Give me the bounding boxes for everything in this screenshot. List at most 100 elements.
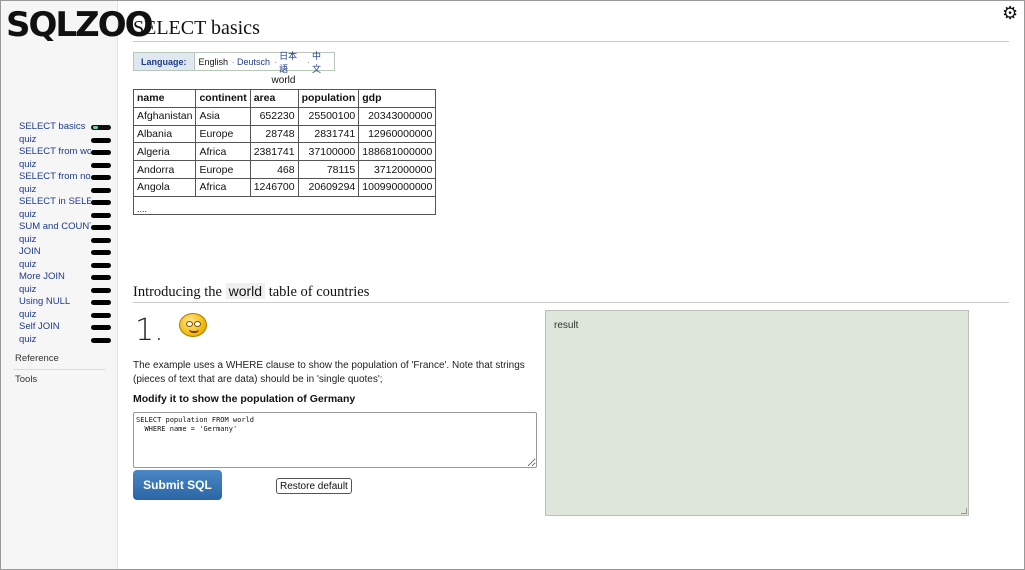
language-label: Language: xyxy=(134,53,195,70)
sidebar-item-label: SELECT basics xyxy=(19,121,86,132)
sidebar-item-label: quiz xyxy=(19,208,37,220)
table-row: Albania Europe 28748 2831741 12960000000 xyxy=(132,124,437,144)
table-row: Angola Africa 1246700 20609294 100990000… xyxy=(132,177,437,197)
eye-icon xyxy=(186,321,193,327)
sidebar-item-select-from-nobel[interactable]: SELECT from nobel xyxy=(1,171,117,184)
progress-bar xyxy=(91,275,111,280)
resize-handle-icon[interactable] xyxy=(961,508,967,514)
sidebar-item-label: quiz xyxy=(19,233,37,245)
sidebar-item-label: Self JOIN xyxy=(19,321,60,332)
progress-bar xyxy=(91,262,111,268)
progress-bar xyxy=(91,287,111,293)
table-cell: 20609294 xyxy=(297,177,360,197)
page-title: SELECT basics xyxy=(133,17,260,39)
table-cell: Africa xyxy=(195,142,251,162)
table-cell: 2381741 xyxy=(249,142,299,162)
sidebar-item-label: quiz xyxy=(19,308,37,320)
progress-bar xyxy=(91,187,111,193)
table-ellipsis: .... xyxy=(132,195,437,215)
sidebar-item-label: SELECT from nobel xyxy=(19,171,91,182)
result-panel: result xyxy=(545,310,969,516)
question-description: The example uses a WHERE clause to show … xyxy=(133,360,525,385)
sidebar-item-using-null[interactable]: Using NULL xyxy=(1,296,117,309)
progress-bar xyxy=(91,175,111,180)
progress-bar xyxy=(91,325,111,330)
sidebar-item-join[interactable]: JOIN xyxy=(1,246,117,259)
table-cell: 100990000000 xyxy=(358,177,437,197)
sidebar-item-label: SELECT from world xyxy=(19,146,91,157)
table-cell: Andorra xyxy=(132,160,197,179)
language-option-deutsch[interactable]: Deutsch xyxy=(237,57,270,67)
table-cell: 3712000000 xyxy=(358,160,437,179)
gear-icon[interactable]: ⚙ xyxy=(1002,4,1020,22)
table-row: Afghanistan Asia 652230 25500100 2034300… xyxy=(132,106,437,126)
table-cell: 652230 xyxy=(249,106,299,126)
column-header-population: population xyxy=(297,89,360,108)
mouth-icon xyxy=(189,329,199,333)
eye-icon xyxy=(194,321,201,327)
sidebar-link-reference[interactable]: Reference xyxy=(15,353,59,364)
table-cell: Africa xyxy=(195,177,251,197)
table-cell: 468 xyxy=(249,160,299,179)
sidebar-item-select-basics[interactable]: SELECT basics xyxy=(1,121,117,134)
sidebar-link-tools[interactable]: Tools xyxy=(15,374,37,385)
restore-default-button[interactable]: Restore default xyxy=(276,478,352,494)
progress-bar xyxy=(91,237,111,243)
progress-bar xyxy=(91,312,111,318)
sidebar-item-quiz[interactable]: quiz xyxy=(1,309,117,322)
table-cell: 25500100 xyxy=(297,106,360,126)
sidebar-item-more-join[interactable]: More JOIN xyxy=(1,271,117,284)
sidebar-item-quiz[interactable]: quiz xyxy=(1,259,117,272)
sidebar-nav: SELECT basics quiz SELECT from world qui… xyxy=(1,121,117,346)
table-row: Andorra Europe 468 78115 3712000000 xyxy=(132,160,437,179)
table-cell: Algeria xyxy=(132,142,197,162)
sidebar-item-quiz[interactable]: quiz xyxy=(1,134,117,147)
sidebar-item-select-from-world[interactable]: SELECT from world xyxy=(1,146,117,159)
language-option-english[interactable]: English xyxy=(199,57,229,67)
table-cell: 20343000000 xyxy=(358,106,437,126)
language-separator: · xyxy=(232,56,236,67)
sidebar-item-select-in-select[interactable]: SELECT in SELECT xyxy=(1,196,117,209)
sidebar-item-quiz[interactable]: quiz xyxy=(1,334,117,347)
sidebar-item-quiz[interactable]: quiz xyxy=(1,184,117,197)
sidebar-item-label: quiz xyxy=(19,183,37,195)
progress-bar xyxy=(91,162,111,168)
sidebar-item-quiz[interactable]: quiz xyxy=(1,209,117,222)
sidebar-item-sum-and-count[interactable]: SUM and COUNT xyxy=(1,221,117,234)
table-cell: 188681000000 xyxy=(358,142,437,162)
language-option-chinese[interactable]: 中文 xyxy=(312,49,328,75)
progress-bar xyxy=(91,225,111,230)
sqlzoo-logo[interactable]: SQLZOO xyxy=(5,1,154,51)
progress-bar xyxy=(91,150,111,155)
table-header-row: name continent area population gdp xyxy=(132,89,437,108)
table-cell: 12960000000 xyxy=(358,124,437,144)
language-option-japanese[interactable]: 日本語 xyxy=(279,49,303,75)
submit-sql-button[interactable]: Submit SQL xyxy=(133,470,222,500)
result-label: result xyxy=(554,320,579,331)
sidebar-item-label: quiz xyxy=(19,258,37,270)
progress-bar xyxy=(91,137,111,143)
language-options: English · Deutsch · 日本語 · 中文 xyxy=(194,51,334,74)
language-selector: Language: English · Deutsch · 日本語 · 中文 xyxy=(133,51,335,74)
progress-bar xyxy=(91,200,111,205)
sidebar-item-label: quiz xyxy=(19,133,37,145)
progress-bar xyxy=(91,300,111,305)
column-header-gdp: gdp xyxy=(358,89,437,108)
sidebar-item-quiz[interactable]: quiz xyxy=(1,159,117,172)
table-cell: 78115 xyxy=(297,160,360,179)
sidebar-item-quiz[interactable]: quiz xyxy=(1,284,117,297)
section-heading: Introducing the world table of countries xyxy=(133,283,369,301)
table-cell: Albania xyxy=(132,124,197,144)
section-heading-text: Introducing the xyxy=(133,284,222,300)
table-cell: Angola xyxy=(132,177,197,197)
question-task: Modify it to show the population of Germ… xyxy=(133,393,356,405)
sidebar-item-label: quiz xyxy=(19,283,37,295)
table-row: Algeria Africa 2381741 37100000 18868100… xyxy=(132,142,437,162)
sidebar-item-self-join[interactable]: Self JOIN xyxy=(1,321,117,334)
sidebar-item-label: quiz xyxy=(19,158,37,170)
section-heading-code: world xyxy=(225,283,266,299)
progress-bar xyxy=(91,125,111,130)
sidebar-item-quiz[interactable]: quiz xyxy=(1,234,117,247)
sql-editor[interactable]: SELECT population FROM world WHERE name … xyxy=(133,412,537,468)
sidebar-item-label: JOIN xyxy=(19,246,41,257)
